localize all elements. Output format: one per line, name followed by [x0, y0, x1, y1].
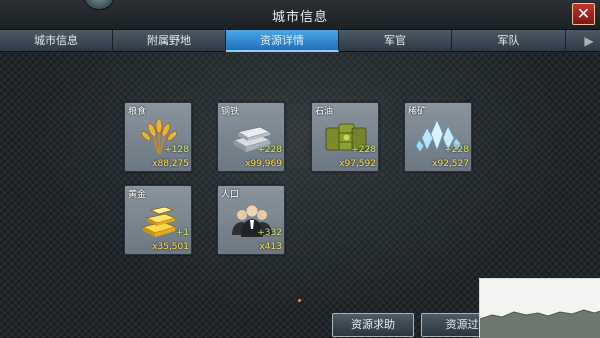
resource-amount: x35,501: [152, 242, 189, 252]
resource-amount: x97,592: [339, 159, 376, 169]
page-indicator-dot: [298, 299, 301, 302]
resource-amount: x92,527: [432, 159, 469, 169]
resource-gain: +332: [257, 228, 282, 238]
resource-card-gold[interactable]: 黄金 +1 x35,501: [124, 185, 192, 255]
window-title: 城市信息: [271, 10, 328, 25]
resource-amount: x99,969: [245, 159, 282, 169]
tab-army[interactable]: 军队: [452, 30, 566, 52]
resource-card-population[interactable]: 人口 +332 x413: [217, 185, 285, 255]
resource-gain: +228: [257, 145, 282, 155]
close-button[interactable]: ✕: [572, 3, 595, 25]
resource-card-food[interactable]: 粮食 +128 x88,275: [124, 102, 192, 172]
minimap-terrain: [479, 309, 600, 338]
tab-attached-fields[interactable]: 附属野地: [113, 30, 226, 52]
resource-request-button[interactable]: 资源求助: [332, 313, 414, 337]
tab-bar: 城市信息 附属野地 资源详情 军官 军队 ▶: [0, 30, 600, 52]
tab-resource-details[interactable]: 资源详情: [226, 30, 339, 52]
title-bar: 城市信息 ✕: [0, 0, 600, 30]
resource-gain: +228: [351, 145, 376, 155]
resource-gain: +1: [175, 228, 189, 238]
resource-amount: x413: [259, 242, 282, 252]
tab-scroll-right-icon[interactable]: ▶: [578, 30, 600, 52]
resource-card-steel[interactable]: 钢铁 +228 x99,969: [217, 102, 285, 172]
resource-card-oil[interactable]: 石油 +228 x97,592: [311, 102, 379, 172]
tab-officers[interactable]: 军官: [339, 30, 452, 52]
resource-gain: +128: [164, 145, 189, 155]
resource-card-rare-ore[interactable]: 稀矿 +228 x92,527: [404, 102, 472, 172]
resource-gain: +228: [444, 145, 469, 155]
minimap[interactable]: [479, 278, 600, 338]
resource-amount: x88,275: [152, 159, 189, 169]
tab-city-info[interactable]: 城市信息: [0, 30, 113, 52]
